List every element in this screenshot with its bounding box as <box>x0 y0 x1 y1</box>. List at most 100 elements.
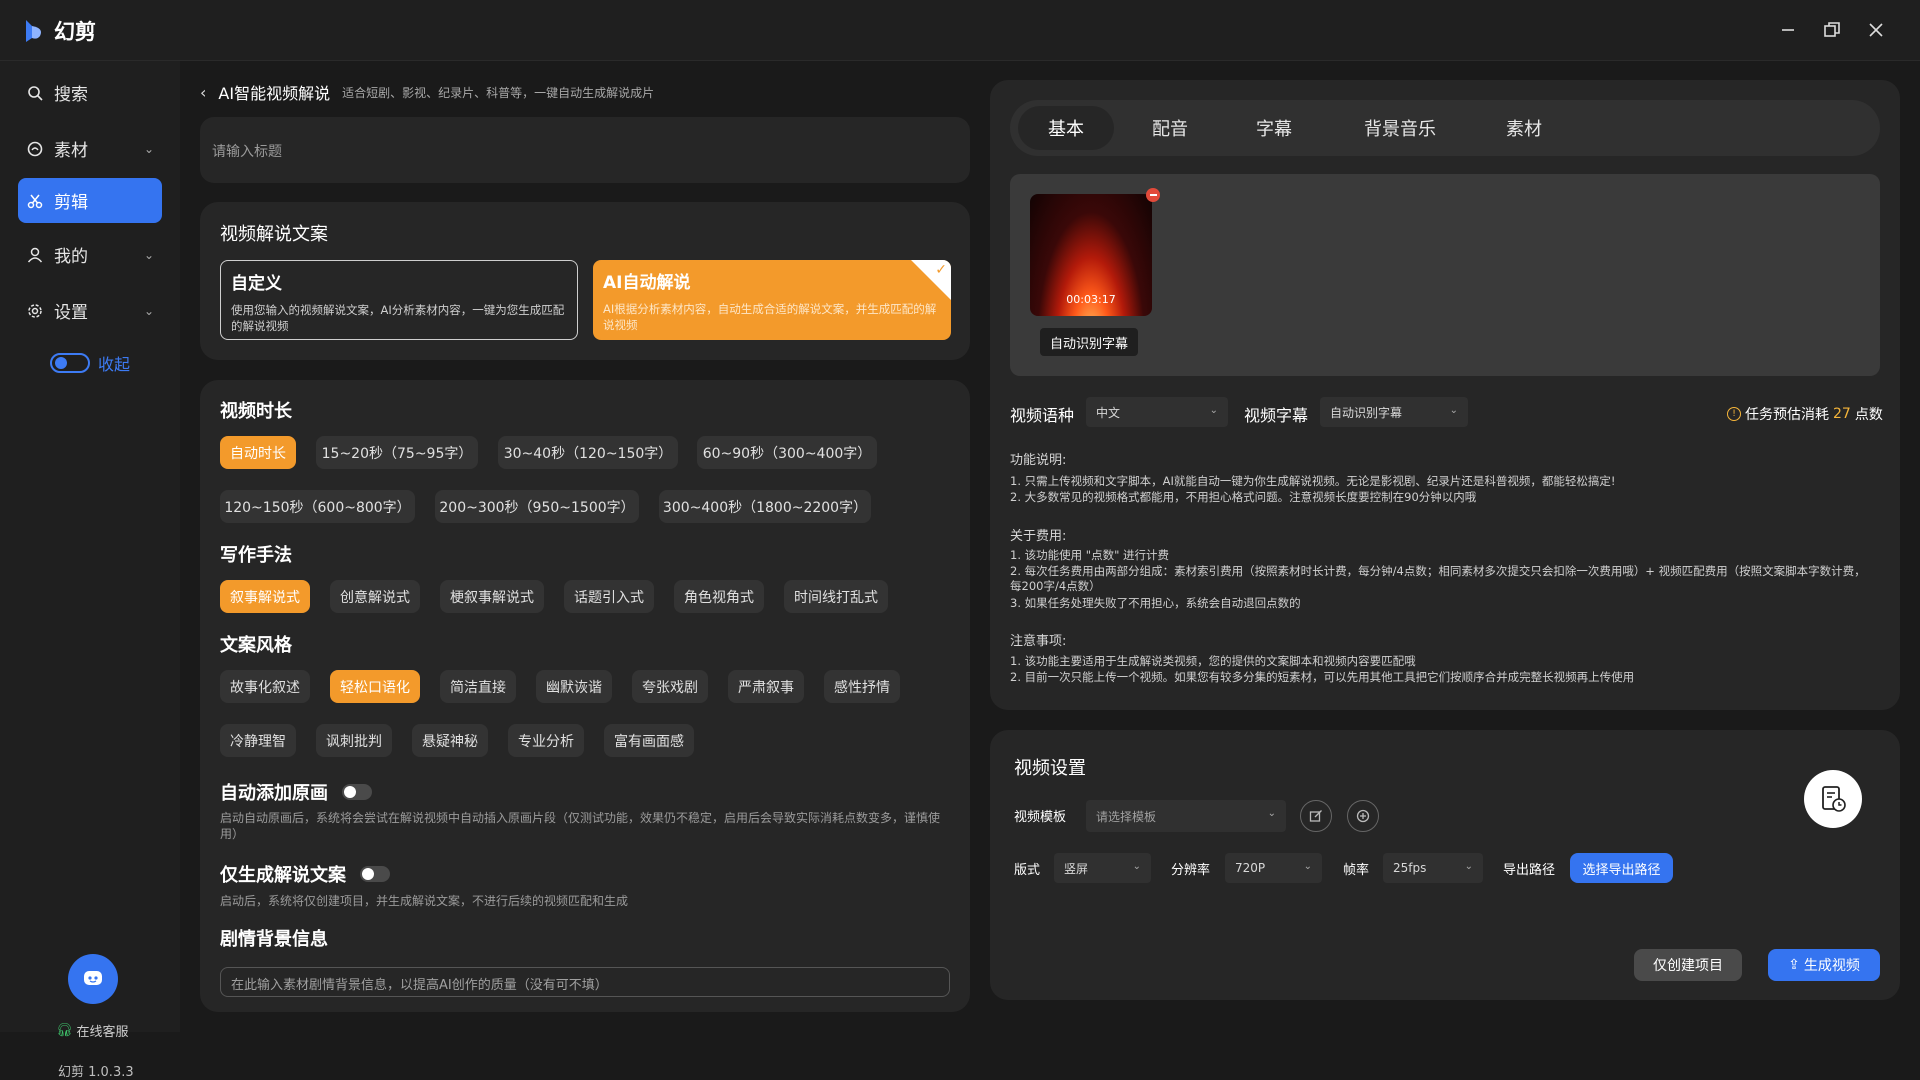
remove-video-icon[interactable] <box>1146 188 1160 202</box>
fee-line: 1. 该功能使用 "点数" 进行计费 <box>1010 548 1170 562</box>
title-bar: 幻剪 <box>0 0 1920 61</box>
sidebar-item-material[interactable]: 素材 ⌄ <box>18 126 162 171</box>
lang-value: 中文 <box>1096 405 1121 420</box>
chevron-down-icon: ⌄ <box>143 247 154 262</box>
chevron-down-icon: ⌄ <box>1267 808 1276 819</box>
chevron-down-icon: ⌄ <box>1303 861 1312 872</box>
back-chevron-icon[interactable]: ‹ <box>200 83 206 102</box>
style-chip[interactable]: 简洁直接 <box>440 670 516 703</box>
resolution-select[interactable]: 720P ⌄ <box>1225 853 1322 883</box>
video-thumbnail[interactable]: 00:03:17 <box>1030 194 1152 316</box>
cost-value: 27 <box>1833 406 1851 422</box>
add-circle-icon <box>1356 809 1370 823</box>
sidebar-item-label: 搜索 <box>54 85 88 105</box>
mode-custom-title: 自定义 <box>231 274 282 294</box>
subtitle-select[interactable]: 自动识别字幕 ⌄ <box>1320 397 1468 427</box>
selected-check-icon: ✓ <box>911 260 951 300</box>
style-chip[interactable]: 专业分析 <box>508 724 584 757</box>
duration-chip[interactable]: 自动时长 <box>220 436 296 469</box>
writing-chip[interactable]: 话题引入式 <box>564 580 654 613</box>
info-icon: ! <box>1727 407 1741 421</box>
duration-chip[interactable]: 30~40秒（120~150字） <box>498 436 678 469</box>
restore-button[interactable] <box>1814 14 1850 46</box>
style-chip[interactable]: 轻松口语化 <box>330 670 420 703</box>
customer-service-button[interactable] <box>68 954 118 1004</box>
style-chip[interactable]: 幽默诙谐 <box>536 670 612 703</box>
writing-chip[interactable]: 时间线打乱式 <box>784 580 888 613</box>
feature-line: 2. 大多数常见的视频格式都能用，不用担心格式问题。注意视频长度要控制在90分钟… <box>1010 490 1477 504</box>
tab-material[interactable]: 素材 <box>1476 106 1572 150</box>
style-chip[interactable]: 故事化叙述 <box>220 670 310 703</box>
edit-template-button[interactable] <box>1300 800 1332 832</box>
logo-icon <box>26 20 41 42</box>
chevron-down-icon: ⌄ <box>143 141 154 156</box>
generate-video-label: 生成视频 <box>1803 958 1860 974</box>
layout-select[interactable]: 竖屏 ⌄ <box>1054 853 1151 883</box>
note-line: 1. 该功能主要适用于生成解说类视频，您的提供的文案脚本和视频内容要匹配哦 <box>1010 654 1416 668</box>
writing-chip[interactable]: 创意解说式 <box>330 580 420 613</box>
auto-original-toggle[interactable] <box>342 784 372 800</box>
style-chip[interactable]: 悬疑神秘 <box>412 724 488 757</box>
sidebar-item-search[interactable]: 搜索 <box>18 70 162 115</box>
sidebar-item-edit[interactable]: 剪辑 <box>18 178 162 223</box>
duration-chip[interactable]: 120~150秒（600~800字） <box>220 490 415 523</box>
template-placeholder: 请选择模板 <box>1096 809 1157 824</box>
mode-custom-option[interactable]: 自定义 使用您输入的视频解说文案，AI分析素材内容，一键为您生成匹配的解说视频 <box>220 260 578 340</box>
duration-chip[interactable]: 200~300秒（950~1500字） <box>435 490 639 523</box>
customer-service-link[interactable]: 🎧︎ 在线客服 <box>56 1021 129 1040</box>
auto-subtitle-button[interactable]: 自动识别字幕 <box>1040 328 1139 356</box>
sidebar-item-settings[interactable]: 设置 ⌄ <box>18 288 162 333</box>
fps-select[interactable]: 25fps ⌄ <box>1383 853 1483 883</box>
history-button[interactable] <box>1804 770 1862 828</box>
only-script-toggle[interactable] <box>360 866 390 882</box>
mode-ai-desc: AI根据分析素材内容，自动生成合适的解说文案，并生成匹配的解说视频 <box>603 302 937 332</box>
lang-select[interactable]: 中文 ⌄ <box>1086 397 1228 427</box>
collapse-label: 收起 <box>98 355 131 374</box>
choose-export-path-button[interactable]: 选择导出路径 <box>1570 853 1673 883</box>
note-title: 注意事项: <box>1010 634 1067 649</box>
feature-line: 1. 只需上传视频和文字脚本，AI就能自动一键为你生成解说视频。无论是影视剧、纪… <box>1010 474 1616 488</box>
sidebar-item-label: 剪辑 <box>54 193 88 213</box>
add-template-button[interactable] <box>1347 800 1379 832</box>
lang-label: 视频语种 <box>1010 406 1075 425</box>
duration-chip[interactable]: 300~400秒（1800~2200字） <box>659 490 871 523</box>
writing-chip[interactable]: 角色视角式 <box>674 580 764 613</box>
script-section-title: 视频解说文案 <box>220 224 328 245</box>
only-script-title: 仅生成解说文案 <box>220 865 346 886</box>
tab-basic[interactable]: 基本 <box>1018 106 1114 150</box>
video-settings-title: 视频设置 <box>1014 758 1086 779</box>
writing-chip[interactable]: 梗叙事解说式 <box>440 580 544 613</box>
minimize-button[interactable] <box>1770 14 1806 46</box>
duration-chip[interactable]: 60~90秒（300~400字） <box>697 436 877 469</box>
chevron-down-icon: ⌄ <box>1209 405 1218 416</box>
tab-bgm[interactable]: 背景音乐 <box>1340 106 1460 150</box>
style-chip[interactable]: 感性抒情 <box>824 670 900 703</box>
plot-bg-input[interactable]: 在此输入素材剧情背景信息，以提高AI创作的质量（没有可不填） <box>220 967 950 997</box>
title-input[interactable]: 请输入标题 <box>200 117 970 183</box>
style-chip[interactable]: 严肃叙事 <box>728 670 804 703</box>
collapse-switch[interactable] <box>50 353 90 373</box>
duration-chip[interactable]: 15~20秒（75~95字） <box>316 436 478 469</box>
create-project-button[interactable]: 仅创建项目 <box>1634 949 1742 981</box>
only-script-row: 仅生成解说文案 <box>220 861 390 887</box>
writing-chip[interactable]: 叙事解说式 <box>220 580 310 613</box>
style-chip[interactable]: 冷静理智 <box>220 724 296 757</box>
generate-video-button[interactable]: ⇪ 生成视频 <box>1768 949 1880 981</box>
sidebar-item-mine[interactable]: 我的 ⌄ <box>18 232 162 277</box>
collapse-toggle[interactable]: 收起 <box>50 351 130 375</box>
style-chip[interactable]: 夸张戏剧 <box>632 670 708 703</box>
layout-label: 版式 <box>1014 863 1041 878</box>
duration-title: 视频时长 <box>220 401 292 422</box>
feature-title: 功能说明: <box>1010 453 1067 468</box>
fee-line: 3. 如果任务处理失败了不用担心，系统会自动退回点数的 <box>1010 596 1301 610</box>
gear-icon <box>26 302 44 320</box>
style-chip[interactable]: 讽刺批判 <box>316 724 392 757</box>
cost-estimate: ! 任务预估消耗 27 点数 <box>1727 404 1883 424</box>
close-button[interactable] <box>1858 14 1894 46</box>
style-chip[interactable]: 富有画面感 <box>604 724 694 757</box>
customer-service-label: 在线客服 <box>76 1025 129 1040</box>
tab-subtitle[interactable]: 字幕 <box>1226 106 1322 150</box>
mode-ai-option[interactable]: AI自动解说 AI根据分析素材内容，自动生成合适的解说文案，并生成匹配的解说视频… <box>593 260 951 340</box>
tab-voice[interactable]: 配音 <box>1122 106 1218 150</box>
template-select[interactable]: 请选择模板 ⌄ <box>1086 800 1286 832</box>
